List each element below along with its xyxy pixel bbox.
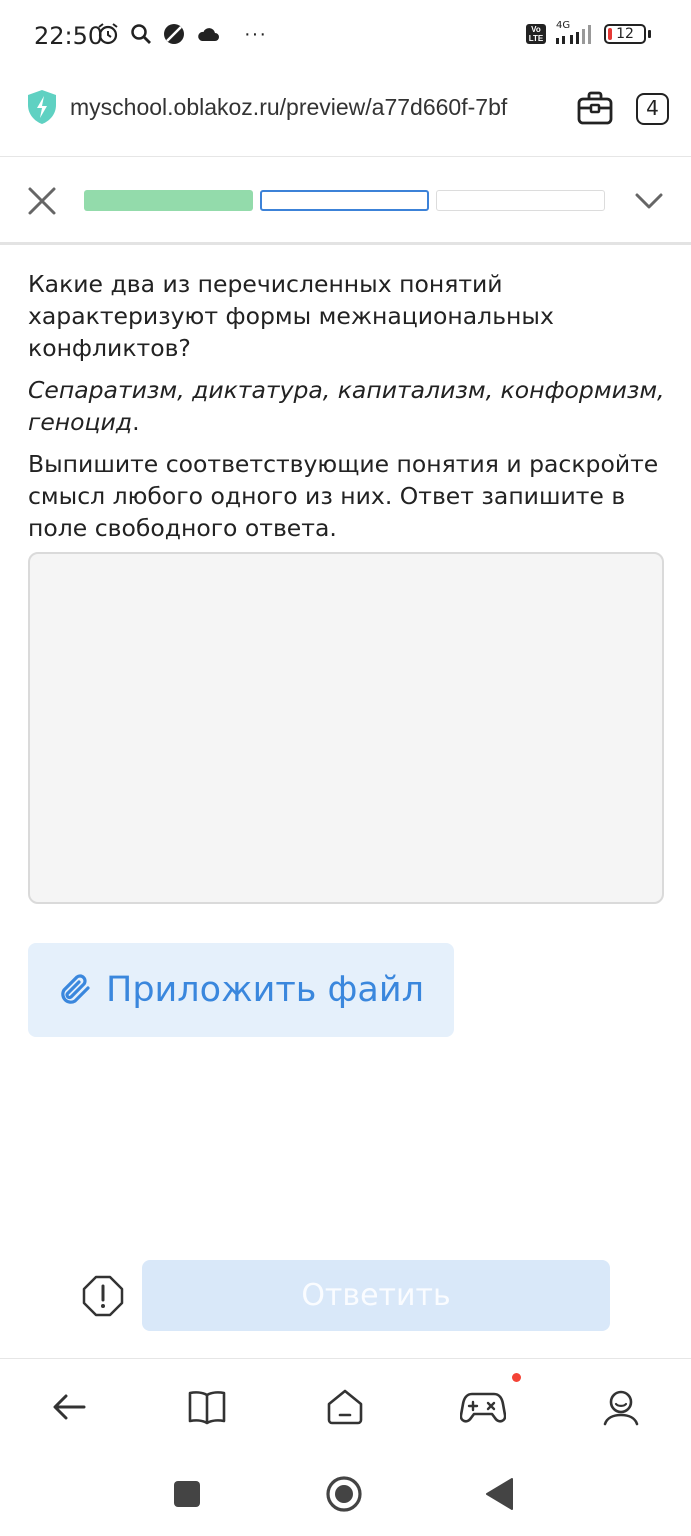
answer-field[interactable] [28, 552, 664, 904]
close-icon[interactable] [26, 185, 58, 217]
blocked-icon [162, 22, 186, 46]
battery-cap [648, 30, 651, 38]
game-controller-icon[interactable] [460, 1384, 506, 1430]
book-icon[interactable] [184, 1384, 230, 1430]
browser-address-bar: myschool.oblakoz.ru/preview/a77d660f-7bf… [0, 72, 691, 156]
system-nav-bar [0, 1459, 691, 1536]
search-icon [130, 23, 152, 45]
attach-file-button[interactable]: Приложить файл [28, 943, 454, 1037]
volte-badge-bottom: LTE [528, 34, 544, 43]
question-instruction: Выпишите соответствующие понятия и раскр… [28, 450, 659, 542]
battery-body: 12 [604, 24, 646, 44]
report-icon[interactable] [82, 1275, 124, 1317]
progress-segment-todo[interactable] [436, 190, 605, 211]
back-arrow-icon[interactable] [46, 1384, 92, 1430]
submit-button[interactable]: Ответить [142, 1260, 610, 1331]
question-terms-italic: Сепаратизм, диктатура, капитализм, конфо… [28, 376, 665, 436]
battery-level: 12 [616, 26, 634, 42]
notification-dot [512, 1373, 521, 1382]
signal-icon: 4G [554, 20, 596, 46]
status-icons-right: Vo LTE 4G 12 [526, 20, 651, 46]
progress-segment-done[interactable] [84, 190, 253, 211]
battery-fill [608, 28, 612, 40]
back-triangle-icon[interactable] [484, 1477, 514, 1511]
submit-label: Ответить [301, 1278, 451, 1313]
secure-shield-icon[interactable] [26, 89, 58, 130]
browser-bottom-nav [0, 1359, 691, 1459]
home-icon[interactable] [322, 1384, 368, 1430]
question-text: Какие два из перечисленных понятий харак… [28, 270, 554, 362]
briefcase-icon[interactable] [576, 90, 614, 131]
question-terms: Сепаратизм, диктатура, капитализм, конфо… [28, 374, 668, 438]
battery-icon: 12 [604, 24, 651, 44]
paperclip-icon [58, 971, 94, 1009]
question-terms-end: . [132, 408, 140, 436]
url-field[interactable]: myschool.oblakoz.ru/preview/a77d660f-7bf [70, 94, 560, 121]
progress-bar [84, 190, 605, 211]
more-notifications-icon: ··· [244, 22, 267, 45]
cloud-icon [196, 25, 220, 43]
chevron-down-icon[interactable] [634, 191, 664, 216]
status-icons-left: ··· [96, 22, 267, 46]
volte-badge-top: Vo [531, 25, 541, 34]
tab-count-button[interactable]: 4 [636, 93, 669, 125]
home-circle-icon[interactable] [324, 1474, 364, 1514]
profile-icon[interactable] [598, 1384, 644, 1430]
question-block: Какие два из перечисленных понятий харак… [28, 268, 668, 554]
volte-badge: Vo LTE [526, 24, 546, 44]
quiz-header [0, 157, 691, 243]
status-bar: 22:50 ··· Vo LTE 4G 12 [0, 0, 691, 72]
recent-apps-icon[interactable] [172, 1479, 202, 1509]
status-time: 22:50 [34, 22, 104, 50]
attach-file-label: Приложить файл [106, 970, 424, 1010]
divider [0, 242, 691, 245]
alarm-icon [96, 22, 120, 46]
progress-segment-current[interactable] [260, 190, 429, 211]
